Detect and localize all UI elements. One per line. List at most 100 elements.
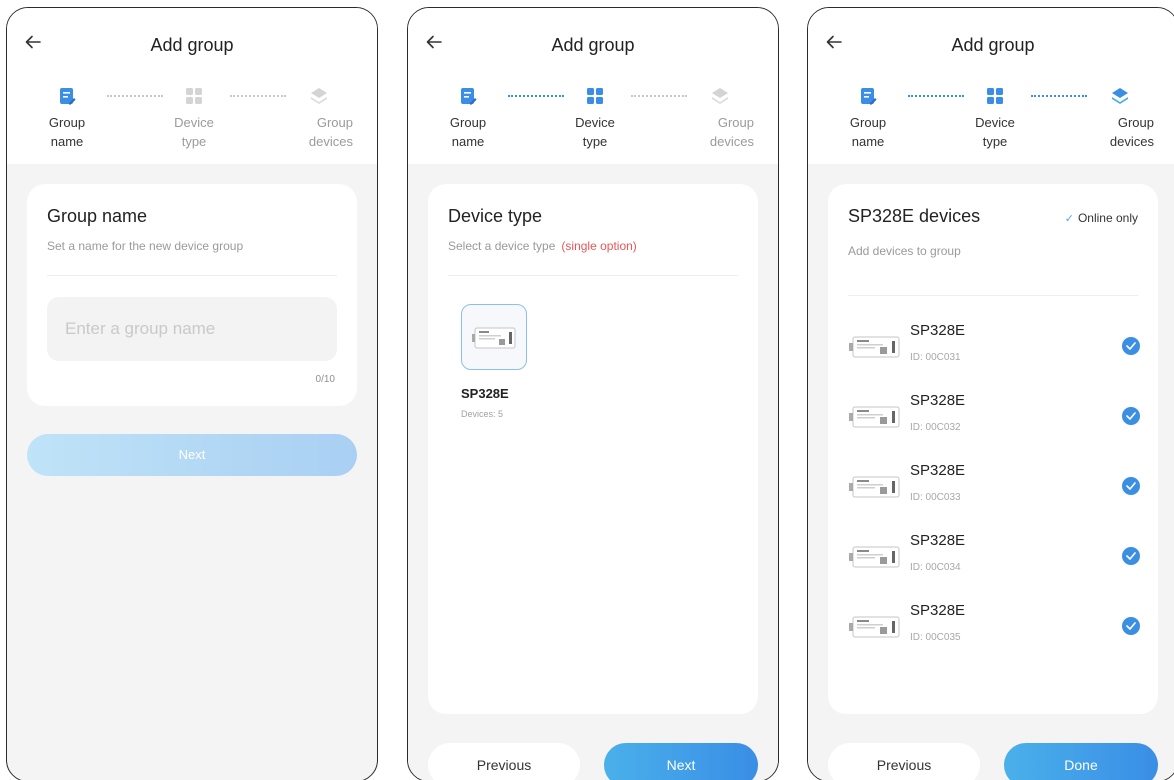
controller-device-icon — [849, 616, 900, 638]
stack-icon — [712, 88, 728, 104]
group-name-input[interactable] — [47, 297, 337, 361]
screen-device-type: Add group Group name Device type Group d… — [407, 7, 779, 780]
screen-group-devices: Add group Group name Device type Group d… — [807, 7, 1174, 780]
controller-device-icon — [849, 406, 900, 428]
next-button[interactable]: Next — [604, 743, 758, 780]
group-devices-card: SP328E devices ✓ Online only Add devices … — [828, 184, 1158, 714]
step-label: Group name — [849, 115, 887, 149]
step-device-type: Device type — [154, 86, 234, 151]
single-option-note: (single option) — [561, 239, 637, 253]
page-title: Add group — [951, 35, 1035, 55]
step-connector — [631, 95, 687, 97]
top-section: Add group Group name Device type Group d… — [7, 8, 377, 164]
stepper: Group name Device type Group devices — [408, 86, 778, 158]
edit-document-icon — [60, 88, 76, 105]
device-name: SP328E — [910, 532, 966, 549]
checkmark-icon: ✓ — [1064, 213, 1074, 225]
step-group-name: Group name — [428, 86, 508, 151]
divider — [47, 275, 337, 276]
stepper: Group name Device type Group devices — [7, 86, 377, 158]
step-label: Group devices — [709, 115, 754, 149]
card-title: Device type — [448, 206, 543, 226]
controller-device-icon — [472, 327, 516, 349]
card-subtitle: Set a name for the new device group — [47, 239, 244, 253]
device-row[interactable]: SP328E ID: 00C034 — [828, 524, 1158, 590]
step-label: Group name — [449, 115, 487, 149]
device-name: SP328E — [910, 322, 966, 339]
step-group-name: Group name — [27, 86, 107, 151]
step-group-name: Group name — [828, 86, 908, 151]
edit-document-icon — [861, 88, 877, 105]
previous-button[interactable]: Previous — [428, 743, 580, 780]
checkmark-icon — [1126, 552, 1136, 560]
controller-device-icon — [849, 546, 900, 568]
done-button[interactable]: Done — [1004, 743, 1158, 780]
previous-button[interactable]: Previous — [828, 743, 980, 780]
card-subtitle: Add devices to group — [848, 244, 961, 258]
controller-device-icon — [849, 336, 900, 358]
device-id: ID: 00C035 — [910, 632, 961, 643]
edit-document-icon — [461, 88, 477, 105]
card-subtitle-text: Select a device type — [448, 239, 556, 253]
step-label: Group name — [48, 115, 86, 149]
card-subtitle: Select a device type (single option) — [448, 239, 637, 253]
step-device-type: Device type — [955, 86, 1035, 151]
device-checkbox[interactable] — [1122, 477, 1140, 495]
checkmark-icon — [1126, 412, 1136, 420]
step-connector — [230, 95, 286, 97]
device-id: ID: 00C033 — [910, 492, 961, 503]
step-label: Device type — [975, 115, 1015, 149]
device-type-card: Device type Select a device type (single … — [428, 184, 758, 714]
device-type-count: Devices: 5 — [461, 409, 504, 419]
device-name: SP328E — [910, 602, 966, 619]
step-connector — [1031, 95, 1087, 97]
stack-icon — [311, 88, 327, 104]
device-checkbox[interactable] — [1122, 617, 1140, 635]
device-row[interactable]: SP328E ID: 00C033 — [828, 454, 1158, 520]
device-name: SP328E — [910, 392, 966, 409]
device-checkbox[interactable] — [1122, 547, 1140, 565]
grid-icon — [587, 88, 603, 104]
card-title: SP328E devices — [848, 206, 981, 226]
device-row[interactable]: SP328E ID: 00C035 — [828, 594, 1158, 660]
device-id: ID: 00C031 — [910, 352, 961, 363]
device-checkbox[interactable] — [1122, 337, 1140, 355]
step-group-devices: Group devices — [680, 86, 760, 151]
device-type-tile[interactable] — [461, 304, 527, 370]
device-name: SP328E — [910, 462, 966, 479]
page-title: Add group — [150, 35, 234, 55]
device-type-name: SP328E — [461, 386, 509, 401]
step-label: Device type — [575, 115, 615, 149]
stack-icon — [1112, 88, 1128, 104]
next-button[interactable]: Next — [27, 434, 357, 476]
online-only-checkbox[interactable]: ✓ Online only — [1065, 211, 1138, 225]
grid-icon — [987, 88, 1003, 104]
divider — [448, 275, 738, 276]
checkmark-icon — [1126, 342, 1136, 350]
step-label: Device type — [174, 115, 214, 149]
step-group-devices: Group devices — [1080, 86, 1160, 151]
screen-group-name: Add group Group name Device type Group d… — [6, 7, 378, 780]
grid-icon — [186, 88, 202, 104]
page-title: Add group — [551, 35, 635, 55]
group-name-card: Group name Set a name for the new device… — [27, 184, 357, 406]
divider — [848, 295, 1138, 296]
device-row[interactable]: SP328E ID: 00C031 — [828, 314, 1158, 380]
device-id: ID: 00C032 — [910, 422, 961, 433]
controller-device-icon — [849, 476, 900, 498]
device-row[interactable]: SP328E ID: 00C032 — [828, 384, 1158, 450]
card-title: Group name — [47, 206, 148, 226]
step-label: Group devices — [308, 115, 353, 149]
step-device-type: Device type — [555, 86, 635, 151]
top-section: Add group Group name Device type Group d… — [808, 8, 1174, 164]
stepper: Group name Device type Group devices — [808, 86, 1174, 158]
step-group-devices: Group devices — [279, 86, 359, 151]
bottom-bar: Previous Next — [408, 715, 778, 780]
bottom-bar: Previous Done — [808, 715, 1174, 780]
checkmark-icon — [1126, 622, 1136, 630]
online-only-label: Online only — [1077, 211, 1138, 225]
device-id: ID: 00C034 — [910, 562, 961, 573]
checkmark-icon — [1126, 482, 1136, 490]
device-checkbox[interactable] — [1122, 407, 1140, 425]
step-label: Group devices — [1109, 115, 1154, 149]
